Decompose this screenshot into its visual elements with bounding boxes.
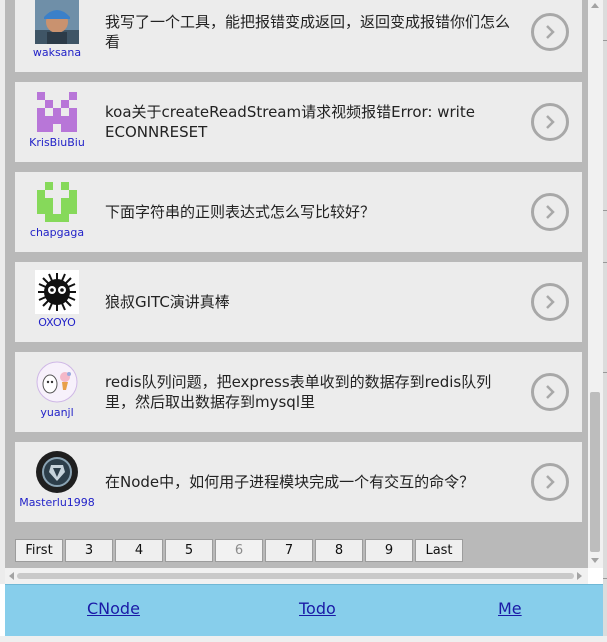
topic-title[interactable]: 我写了一个工具，能把报错变成返回，返回变成报错你们怎么看	[105, 12, 515, 52]
avatar[interactable]	[35, 450, 79, 494]
author-name[interactable]: KrisBiuBiu	[19, 136, 95, 149]
topic-item[interactable]: chapgaga 下面字符串的正则表达式怎么写比较好？	[15, 172, 582, 252]
page-button-current: 6	[215, 539, 263, 562]
topic-title[interactable]: redis队列问题，把express表单收到的数据存到redis队列里，然后取出…	[105, 372, 515, 412]
author-name[interactable]: waksana	[19, 46, 95, 59]
black-furball-avatar-icon	[35, 270, 79, 314]
topic-list-viewport: waksana 我写了一个工具，能把报错变成返回，返回变成报错你们怎么看 Kri…	[5, 0, 588, 568]
avatar[interactable]	[35, 270, 79, 314]
open-topic-button[interactable]	[531, 193, 569, 231]
window-bottom-edge	[0, 636, 607, 642]
topic-item[interactable]: yuanjl redis队列问题，把express表单收到的数据存到redis队…	[15, 352, 582, 432]
author[interactable]: waksana	[19, 0, 95, 70]
topic-title[interactable]: 狼叔GITC演讲真棒	[105, 292, 515, 312]
vertical-scroll-thumb[interactable]	[590, 392, 600, 552]
author[interactable]: Masterlu1998	[19, 450, 95, 520]
avatar[interactable]	[35, 360, 79, 404]
topic-title[interactable]: koa关于createReadStream请求视频报错Error: write …	[105, 102, 515, 142]
nav-link-me[interactable]: Me	[498, 599, 522, 618]
open-topic-button[interactable]	[531, 283, 569, 321]
pagination: First 3 4 5 6 7 8 9 Last	[15, 539, 465, 564]
page-button[interactable]: 9	[365, 539, 413, 562]
avatar[interactable]	[35, 0, 79, 44]
topic-item[interactable]: OXOYO 狼叔GITC演讲真棒	[15, 262, 582, 342]
avatar[interactable]	[35, 90, 79, 134]
cartoon-avatar-icon	[35, 360, 79, 404]
avatar[interactable]	[35, 180, 79, 224]
page-button[interactable]: 8	[315, 539, 363, 562]
chevron-right-icon	[546, 25, 555, 39]
page-last-button[interactable]: Last	[415, 539, 463, 562]
chevron-right-icon	[546, 295, 555, 309]
bottom-navigation: CNode Todo Me	[5, 584, 603, 637]
shield-logo-avatar-icon	[35, 450, 79, 494]
page-button[interactable]: 3	[65, 539, 113, 562]
topic-item[interactable]: KrisBiuBiu koa关于createReadStream请求视频报错Er…	[15, 82, 582, 162]
scroll-left-arrow-icon[interactable]	[9, 572, 14, 580]
author[interactable]: KrisBiuBiu	[19, 90, 95, 160]
page-button[interactable]: 5	[165, 539, 213, 562]
author-name[interactable]: OXOYO	[19, 316, 95, 329]
scroll-right-arrow-icon[interactable]	[577, 572, 582, 580]
open-topic-button[interactable]	[531, 103, 569, 141]
topic-item[interactable]: Masterlu1998 在Node中，如何用子进程模块完成一个有交互的命令？	[15, 442, 582, 522]
nav-link-todo[interactable]: Todo	[299, 599, 336, 618]
topic-item[interactable]: waksana 我写了一个工具，能把报错变成返回，返回变成报错你们怎么看	[15, 0, 582, 72]
page-first-button[interactable]: First	[15, 539, 63, 562]
author[interactable]: OXOYO	[19, 270, 95, 340]
author-name[interactable]: Masterlu1998	[19, 496, 95, 509]
chevron-right-icon	[546, 115, 555, 129]
chevron-right-icon	[546, 205, 555, 219]
author-name[interactable]: chapgaga	[19, 226, 95, 239]
chevron-right-icon	[546, 385, 555, 399]
horizontal-scrollbar[interactable]	[5, 568, 588, 584]
author-name[interactable]: yuanjl	[19, 406, 95, 419]
horizontal-scroll-thumb[interactable]	[17, 573, 574, 579]
topic-title[interactable]: 下面字符串的正则表达式怎么写比较好？	[105, 202, 515, 222]
green-identicon-icon	[37, 182, 77, 222]
author[interactable]: yuanjl	[19, 360, 95, 430]
open-topic-button[interactable]	[531, 13, 569, 51]
chevron-right-icon	[546, 475, 555, 489]
page-button[interactable]: 7	[265, 539, 313, 562]
photo-avatar-icon	[35, 0, 79, 44]
page-button[interactable]: 4	[115, 539, 163, 562]
open-topic-button[interactable]	[531, 373, 569, 411]
scroll-up-arrow-icon[interactable]	[591, 3, 599, 8]
scroll-down-arrow-icon[interactable]	[591, 558, 599, 563]
purple-identicon-icon	[37, 92, 77, 132]
open-topic-button[interactable]	[531, 463, 569, 501]
window-right-edge	[603, 0, 607, 642]
author[interactable]: chapgaga	[19, 180, 95, 250]
topic-title[interactable]: 在Node中，如何用子进程模块完成一个有交互的命令？	[105, 472, 515, 492]
vertical-scrollbar[interactable]	[588, 0, 603, 568]
nav-link-cnode[interactable]: CNode	[87, 599, 140, 618]
